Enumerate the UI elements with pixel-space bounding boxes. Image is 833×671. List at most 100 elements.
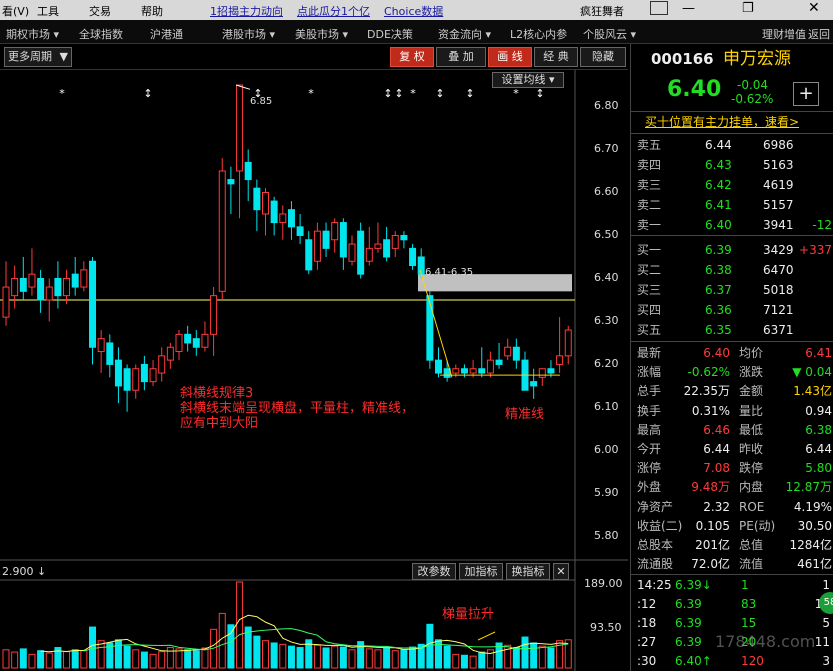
stat-value: 5.80	[805, 461, 832, 476]
order-row[interactable]: 收益(二) 0.105 PE(动) 30.50	[631, 517, 833, 536]
nav-fund-flow[interactable]: 资金流向 ▾	[438, 26, 491, 42]
volume-bar	[478, 651, 486, 669]
fq-button[interactable]: 复 权	[390, 47, 434, 67]
stat-value: ▼ 0.04	[792, 365, 832, 380]
order-row[interactable]: 最高 6.46 最低 6.38	[631, 421, 833, 440]
order-row[interactable]: 涨停 7.08 跌停 5.80	[631, 459, 833, 478]
ma-layer	[235, 84, 560, 378]
promo-link-1[interactable]: 1招揭主力动向	[210, 3, 283, 19]
minimize-icon[interactable]: —	[682, 1, 695, 16]
candle	[244, 149, 252, 202]
add-watchlist-button[interactable]: +	[793, 82, 819, 106]
edit-params-button[interactable]: 改参数	[412, 563, 456, 580]
event-marker: ↕	[435, 87, 444, 100]
order-row[interactable]: 14:25 6.39↓ 1 1	[631, 576, 833, 595]
order-row[interactable]: 买五 6.35 6371	[631, 321, 833, 340]
stat-label: 收益(二)	[637, 518, 683, 533]
volume-bar	[37, 650, 45, 669]
volume-bar	[63, 651, 71, 669]
close-icon[interactable]: ✕	[553, 563, 569, 580]
kline-chart[interactable]: * ↕ ↕ * ↕ ↕ * ↕ ↕ * ↕	[0, 70, 628, 671]
price-tick-label: 6.70	[594, 142, 619, 156]
candle	[279, 205, 287, 240]
nav-us-market[interactable]: 美股市场 ▾	[295, 26, 348, 42]
order-row[interactable]: 买四 6.36 7121	[631, 301, 833, 320]
order-row[interactable]: 流通股 72.0亿 流值 461亿	[631, 555, 833, 574]
menu-help[interactable]: 帮助	[141, 3, 163, 19]
order-change: +337	[799, 243, 832, 257]
nav-back[interactable]: 返回	[808, 26, 830, 42]
order-row[interactable]: 换手 0.31% 量比 0.94	[631, 402, 833, 421]
switch-indicator-button[interactable]: 换指标	[506, 563, 550, 580]
candle	[236, 84, 244, 219]
stat-label: 总股本	[637, 538, 674, 552]
candle	[564, 325, 572, 365]
stat-label: 换手	[637, 403, 662, 418]
nav-stock-news[interactable]: 个股风云 ▾	[583, 26, 636, 42]
order-row[interactable]: 卖三 6.42 4619	[631, 176, 833, 195]
candle	[495, 342, 503, 369]
event-marker: ↕	[383, 87, 392, 100]
order-change: -12	[812, 218, 832, 232]
order-row[interactable]: 最新 6.40 均价 6.41	[631, 344, 833, 363]
user-name[interactable]: 疯狂舞者	[580, 3, 624, 19]
nav-hk-connect[interactable]: 沪港通	[150, 26, 183, 42]
period-selector[interactable]: 更多周期 ▼	[4, 47, 72, 67]
stat-label: 今开	[637, 442, 662, 456]
order-row[interactable]: 涨幅 -0.62% 涨跌 ▼ 0.04	[631, 363, 833, 382]
main-force-ad-link[interactable]: 买十位置有主力挂单，速看>	[645, 113, 799, 132]
order-label: 买四	[637, 303, 662, 317]
menu-trade[interactable]: 交易	[89, 3, 111, 19]
order-row[interactable]: 今开 6.44 昨收 6.44	[631, 440, 833, 459]
order-row[interactable]: 外盘 9.48万 内盘 12.87万	[631, 478, 833, 497]
order-volume: 6986	[763, 138, 794, 152]
nav-options-market[interactable]: 期权市场 ▾	[6, 26, 59, 42]
order-row[interactable]: 买一 6.39 3429 +337	[631, 241, 833, 260]
volume-bar	[184, 649, 192, 669]
close-icon[interactable]: ✕	[808, 0, 820, 16]
restore-icon[interactable]: ❐	[742, 1, 754, 16]
annotation-line-1: 斜横线规律3	[180, 386, 254, 401]
order-row[interactable]: :30 6.40↑ 120 3	[631, 652, 833, 671]
mail-icon[interactable]	[650, 1, 668, 15]
stat-value: 1.43亿	[793, 384, 832, 399]
order-row[interactable]: :18 6.39 15 5	[631, 614, 833, 633]
nav-dde[interactable]: DDE决策	[367, 26, 413, 42]
event-marker: ↕	[535, 87, 544, 100]
draw-line-button[interactable]: 画 线	[488, 47, 532, 67]
menu-view[interactable]: 看(V)	[2, 3, 29, 19]
candle	[28, 248, 36, 296]
nav-l2-core[interactable]: L2核心内参	[510, 26, 567, 42]
vol-tick-high: 189.00	[584, 577, 623, 590]
choice-data-link[interactable]: Choice数据	[384, 3, 443, 19]
menu-tools[interactable]: 工具	[37, 3, 59, 19]
classic-button[interactable]: 经 典	[534, 47, 578, 67]
candle	[443, 360, 451, 382]
order-row[interactable]: :126.398315	[631, 595, 833, 614]
stat-value: 6.41	[805, 346, 832, 360]
order-row[interactable]: 买二 6.38 6470	[631, 261, 833, 280]
order-row[interactable]: 总手 22.35万 金额 1.43亿	[631, 382, 833, 401]
price-tick-label: 6.50	[594, 228, 619, 242]
order-row[interactable]: 净资产 2.32 ROE 4.19%	[631, 498, 833, 517]
overlay-button[interactable]: 叠 加	[436, 47, 486, 67]
price-tick-label: 6.60	[594, 185, 619, 199]
candle	[296, 213, 304, 245]
nav-global-index[interactable]: 全球指数	[79, 26, 123, 42]
volume-bar	[512, 647, 520, 669]
add-indicator-button[interactable]: 加指标	[459, 563, 503, 580]
promo-link-2[interactable]: 点此瓜分1个亿	[297, 3, 370, 19]
order-row[interactable]: 卖二 6.41 5157	[631, 196, 833, 215]
nav-hk-market[interactable]: 港股市场 ▾	[222, 26, 275, 42]
order-row[interactable]: 卖四 6.43 5163	[631, 156, 833, 175]
candle	[287, 201, 295, 240]
order-label: 卖四	[637, 158, 662, 172]
order-row[interactable]: 买三 6.37 5018	[631, 281, 833, 300]
order-volume: 4619	[763, 178, 794, 192]
volume-bar	[2, 649, 10, 669]
order-row[interactable]: 总股本 201亿 总值 1284亿	[631, 536, 833, 555]
hide-button[interactable]: 隐藏	[580, 47, 626, 67]
order-row[interactable]: 卖一 6.40 3941 -12	[631, 216, 833, 235]
order-row[interactable]: 卖五 6.44 6986	[631, 136, 833, 155]
nav-wealth[interactable]: 理财增值	[762, 26, 806, 42]
